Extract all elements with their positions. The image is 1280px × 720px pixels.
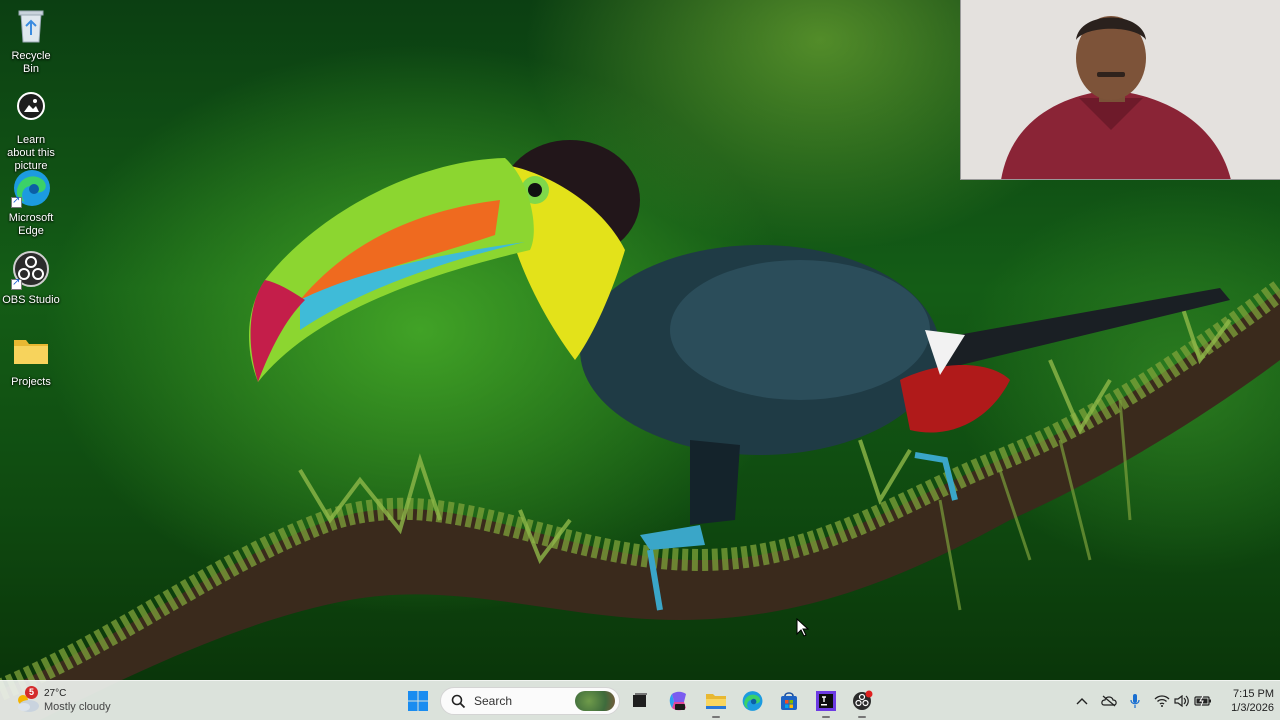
taskbar-clock[interactable]: 7:15 PM 1/3/2026	[1214, 687, 1274, 715]
obs-taskbar-button[interactable]	[848, 687, 876, 718]
mouse-cursor	[796, 617, 810, 643]
file-explorer-button[interactable]	[702, 687, 730, 718]
taskbar: 5 27°C Mostly cloudy Search 7:15 PM 1/3/…	[0, 680, 1280, 720]
folder-icon	[11, 332, 51, 372]
clock-date: 1/3/2026	[1231, 702, 1274, 714]
obs-icon	[11, 250, 51, 290]
onedrive-tray-button[interactable]	[1100, 689, 1118, 713]
clock-time: 7:15 PM	[1233, 688, 1274, 700]
microphone-icon	[1130, 694, 1140, 708]
recycle-bin-icon	[11, 6, 51, 46]
volume-icon	[1174, 695, 1189, 707]
notification-badge: 5	[25, 686, 38, 699]
task-view-icon	[633, 693, 647, 707]
start-button[interactable]	[404, 687, 432, 715]
jetbrains-ide-button[interactable]	[812, 687, 840, 718]
running-indicator	[822, 716, 830, 718]
learn-about-picture-icon	[11, 90, 51, 130]
wifi-tray-button[interactable]	[1154, 689, 1170, 713]
volume-tray-button[interactable]	[1174, 689, 1190, 713]
shortcut-arrow-icon	[11, 277, 22, 290]
running-indicator	[712, 716, 720, 718]
onedrive-icon	[1101, 695, 1117, 707]
show-hidden-icons-button[interactable]	[1074, 689, 1090, 713]
desktop-icon-recycle-bin[interactable]: Recycle Bin	[2, 6, 60, 76]
weather-widget[interactable]: 5 27°C Mostly cloudy	[14, 686, 111, 716]
battery-icon	[1194, 695, 1211, 707]
microsoft-store-button[interactable]	[775, 687, 803, 715]
microsoft-store-icon	[781, 692, 797, 710]
wifi-icon	[1154, 695, 1170, 707]
desktop-icon-projects[interactable]: Projects	[2, 332, 60, 389]
desktop-icon-label: Projects	[11, 376, 51, 388]
desktop-icon-label: Microsoft Edge	[8, 212, 54, 237]
desktop-icon-label: OBS Studio	[2, 294, 60, 306]
weather-temperature: 27°C	[44, 688, 67, 699]
copilot-icon	[669, 691, 686, 711]
taskbar-search-box[interactable]: Search	[440, 687, 620, 715]
cloudy-weather-icon: 5	[14, 686, 40, 714]
microsoft-365-copilot-button[interactable]	[665, 687, 693, 715]
edge-taskbar-button[interactable]	[738, 687, 766, 715]
running-indicator	[858, 716, 866, 718]
file-explorer-icon	[706, 694, 726, 709]
desktop-icon-obs-studio[interactable]: OBS Studio	[2, 250, 60, 307]
battery-tray-button[interactable]	[1194, 689, 1212, 713]
desktop-icon-label: Recycle Bin	[11, 50, 51, 75]
task-view-button[interactable]	[626, 687, 654, 715]
webcam-overlay	[960, 0, 1280, 180]
chevron-up-icon	[1076, 698, 1088, 705]
shortcut-arrow-icon	[11, 195, 22, 208]
obs-icon	[853, 690, 873, 710]
jetbrains-icon	[816, 691, 836, 711]
desktop-icon-learn-about-picture[interactable]: Learn about this picture	[2, 90, 60, 173]
microphone-tray-button[interactable]	[1128, 689, 1142, 713]
search-highlight-image	[575, 691, 615, 711]
start-icon	[408, 691, 428, 711]
search-icon	[451, 694, 466, 708]
desktop-icon-microsoft-edge[interactable]: Microsoft Edge	[2, 168, 60, 238]
weather-condition: Mostly cloudy	[44, 701, 111, 713]
search-placeholder: Search	[474, 694, 513, 708]
webcam-person-image	[961, 0, 1280, 179]
edge-icon	[742, 691, 763, 711]
edge-icon	[11, 168, 51, 208]
